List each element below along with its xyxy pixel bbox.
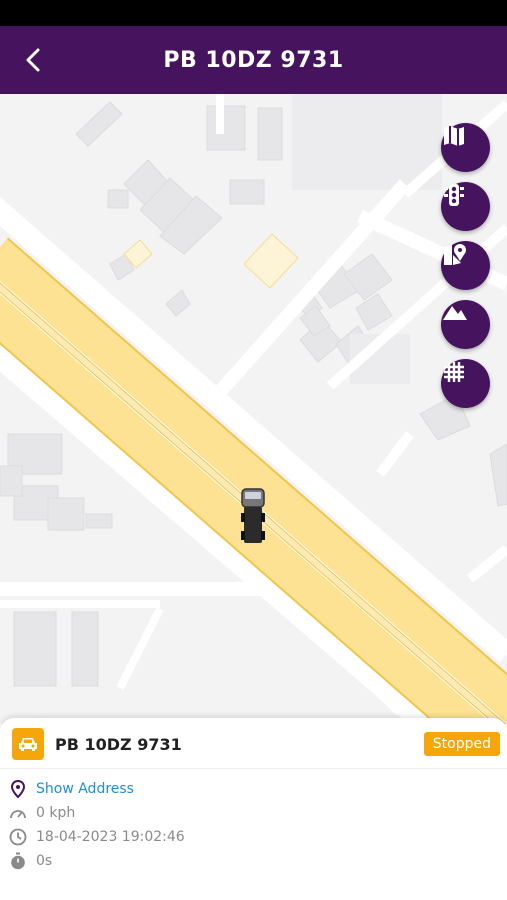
map-type-button[interactable] — [441, 123, 490, 172]
mountain-icon — [443, 306, 467, 320]
duration-row: 0s — [8, 850, 52, 872]
grid-button[interactable] — [441, 359, 490, 408]
stopwatch-icon — [8, 851, 28, 871]
car-icon — [12, 728, 44, 760]
location-pin-icon — [8, 779, 28, 799]
vehicle-row[interactable]: PB 10DZ 9731 Stopped — [12, 728, 500, 760]
divider — [0, 768, 507, 769]
map-view[interactable] — [0, 94, 507, 724]
speedometer-icon — [8, 803, 28, 823]
show-address-link[interactable]: Show Address — [36, 781, 134, 797]
status-badge: Stopped — [423, 732, 500, 756]
traffic-button[interactable] — [441, 182, 490, 231]
app-header: PB 10DZ 9731 — [0, 26, 507, 94]
speed-row: 0 kph — [8, 802, 75, 824]
timestamp-value: 18-04-2023 19:02:46 — [36, 829, 185, 845]
geofence-button[interactable] — [441, 241, 490, 290]
vehicle-name: PB 10DZ 9731 — [55, 734, 182, 754]
address-row[interactable]: Show Address — [8, 778, 134, 800]
map-icon — [444, 126, 464, 146]
vehicle-marker — [241, 488, 265, 543]
grid-icon — [444, 362, 464, 382]
timestamp-row: 18-04-2023 19:02:46 — [8, 826, 185, 848]
vehicle-info-panel: PB 10DZ 9731 Stopped Show Address 0 kph — [0, 718, 507, 900]
page-title: PB 10DZ 9731 — [163, 47, 344, 73]
duration-value: 0s — [36, 853, 53, 869]
speed-value: 0 kph — [36, 805, 76, 821]
traffic-light-icon — [444, 184, 464, 206]
back-button[interactable] — [12, 38, 56, 82]
status-bar — [0, 0, 507, 26]
clock-icon — [8, 827, 28, 847]
map-pin-icon — [444, 244, 466, 265]
chevron-left-icon — [26, 48, 40, 72]
map-canvas — [0, 94, 507, 724]
terrain-button[interactable] — [441, 300, 490, 349]
